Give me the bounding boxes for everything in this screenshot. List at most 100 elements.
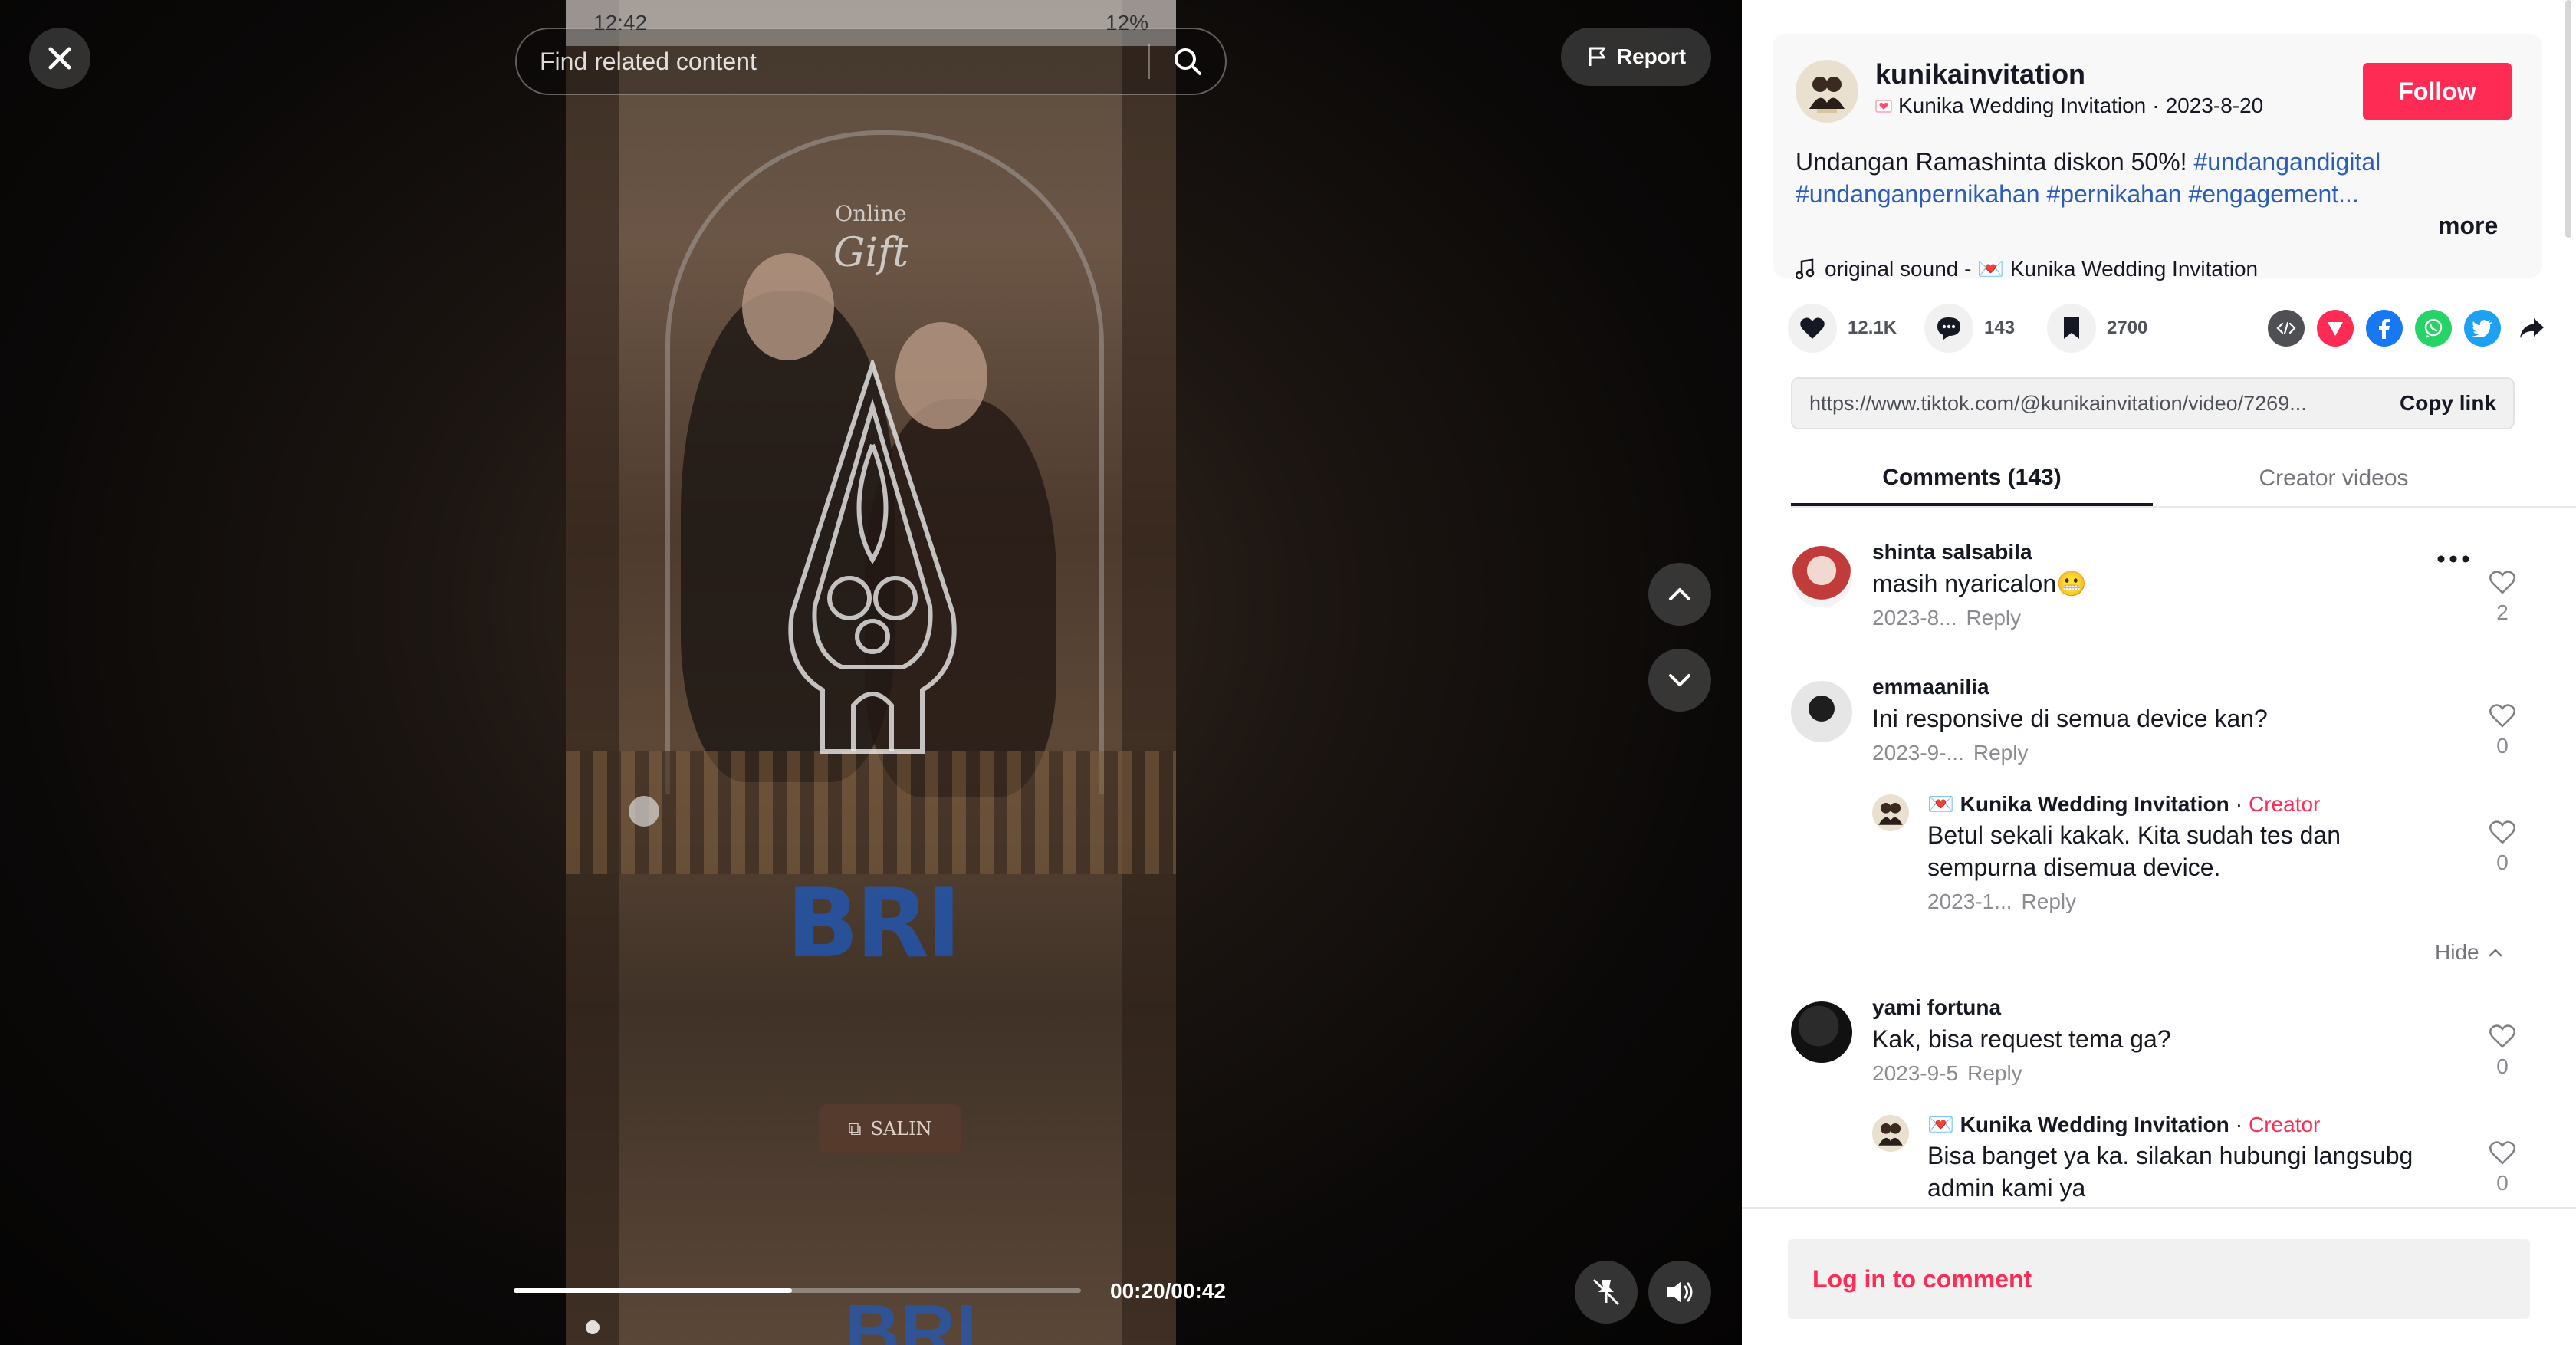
comment-date: 2023-1... [1927,890,2013,913]
search-button[interactable] [1150,28,1225,95]
comment-footer: Log in to comment [1742,1207,2576,1345]
comment-text: Bisa banget ya ka. silakan hubungi langs… [1927,1142,2413,1202]
follow-button[interactable]: Follow [2363,63,2512,120]
creator-avatar-image [1878,1123,1903,1146]
video-description: Undangan Ramashinta diskon 50%! #undanga… [1796,146,2409,210]
commenter-name[interactable]: 💌 Kunika Wedding Invitation · Creator [1927,1112,2320,1137]
more-link[interactable]: more [2438,212,2498,240]
close-button[interactable] [29,28,90,89]
reply-button[interactable]: Reply [2022,890,2077,913]
comment-list[interactable]: shinta salsabila masih nyaricalon😬 2023-… [1742,509,2576,1207]
share-whatsapp-button[interactable] [2415,310,2452,347]
commenter-name-text: emmaanilia [1872,675,1990,699]
volume-button[interactable] [1648,1261,1711,1324]
creator-avatar[interactable] [1872,794,1909,831]
ellipsis-icon [2437,555,2469,563]
hashtag-link[interactable]: #engagement... [2188,180,2358,208]
share-arrow-icon [2520,318,2544,338]
comment-button[interactable]: 143 [1924,304,2015,353]
sound-link[interactable]: original sound - 💌 Kunika Wedding Invita… [1796,256,2258,281]
more-share-button[interactable] [2513,310,2550,347]
hashtag-link[interactable]: #undangandigital [2193,148,2380,176]
comment-like-count: 0 [2496,850,2509,874]
heart-icon [1800,317,1825,339]
reply-button[interactable]: Reply [1973,741,2029,765]
bookmark-icon [2064,317,2079,339]
heart-outline-icon [2489,571,2515,594]
next-video-button[interactable] [1648,649,1711,712]
description-line-2: #undanganpernikahan #pernikahan #engagem… [1796,178,2409,210]
comment-like-button[interactable]: 2 [2479,569,2525,625]
comment-like-button[interactable]: 0 [2479,702,2525,758]
comment-tabs: Comments (143) Creator videos [1791,452,2576,508]
chevron-up-small-icon [2489,949,2502,957]
comment-like-button[interactable]: 0 [2479,1139,2525,1195]
commenter-name[interactable]: 💌 Kunika Wedding Invitation · Creator [1927,791,2320,817]
frame-gift-script: Gift [833,230,909,276]
send-to-friends-button[interactable] [2317,310,2354,347]
author-avatar-image [1809,77,1845,113]
reply-button[interactable]: Reply [1967,606,2022,630]
heart-outline-icon [2489,1024,2515,1048]
author-avatar[interactable] [1796,60,1858,123]
comment-count: 143 [1984,317,2016,338]
music-note-icon [1796,258,1815,279]
search-input[interactable] [517,46,1148,77]
tab-creator-videos[interactable]: Creator videos [2153,452,2515,505]
share-twitter-button[interactable] [2464,310,2501,347]
save-button[interactable]: 2700 [2047,304,2147,353]
video-frame[interactable]: Online Gift BRI ⧉ SALIN BRI 12:42 12% [566,0,1176,1345]
progress-bar[interactable] [514,1288,1081,1293]
description-line-1: Undangan Ramashinta diskon 50%! #undanga… [1796,146,2409,178]
search-box[interactable] [515,28,1227,95]
video-link-text[interactable]: https://www.tiktok.com/@kunikainvitation… [1792,392,2383,416]
commenter-avatar[interactable] [1791,546,1852,607]
commenter-avatar[interactable] [1791,681,1852,742]
previous-video-button[interactable] [1648,563,1711,626]
hashtag-link[interactable]: #undanganpernikahan [1796,180,2040,208]
hide-replies-button[interactable]: Hide [2435,940,2504,965]
author-separator: · [2152,94,2160,117]
like-button[interactable]: 12.1K [1788,304,1897,353]
share-facebook-button[interactable] [2366,310,2403,347]
reply-item: 💌 Kunika Wedding Invitation · Creator Be… [1872,791,2527,922]
author-display-name: Kunika Wedding Invitation [1898,94,2147,117]
creator-badge: Creator [2249,1112,2321,1136]
reply-button[interactable]: Reply [1967,1061,2022,1085]
frame-copy-label: SALIN [870,1118,932,1139]
commenter-name-text: yami fortuna [1872,995,2002,1019]
creator-avatar[interactable] [1872,1115,1909,1152]
comment-text: Betul sekali kakak. Kita sudah tes dan s… [1927,821,2341,881]
like-count: 12.1K [1848,317,1898,338]
comment-like-button[interactable]: 0 [2479,1023,2525,1079]
embed-icon [2276,321,2296,335]
floating-player-button[interactable] [1575,1261,1638,1324]
commenter-name[interactable]: emmaanilia [1872,675,1990,699]
actions-row: 12.1K 143 2700 [1788,304,2547,353]
heart-outline-icon [2489,1141,2515,1165]
creator-badge: Creator [2249,791,2321,816]
login-to-comment-button[interactable]: Log in to comment [1788,1239,2530,1319]
hashtag-link[interactable]: #pernikahan [2046,180,2181,208]
frame-gift-online: Online [835,201,907,226]
scrollbar[interactable] [2565,0,2571,238]
progress-knob[interactable] [586,1320,600,1334]
comment-like-button[interactable]: 0 [2479,819,2525,875]
copy-link-button[interactable]: Copy link [2383,391,2513,416]
embed-button[interactable] [2268,310,2305,347]
comment-like-count: 0 [2496,1054,2509,1078]
report-button[interactable]: Report [1561,28,1711,86]
comment-item: yami fortuna Kak, bisa request tema ga? … [1791,995,2527,1103]
creator-separator: · [2235,791,2243,816]
comment-more-options[interactable] [2436,554,2470,567]
tab-comments[interactable]: Comments (143) [1791,452,2153,506]
commenter-name[interactable]: shinta salsabila [1872,540,2032,564]
commenter-avatar[interactable] [1791,1001,1852,1063]
frame-touch-dot [629,796,659,827]
hide-replies-label: Hide [2435,940,2479,964]
love-letter-icon [1875,100,1892,113]
author-username[interactable]: kunikainvitation [1875,58,2085,90]
commenter-name[interactable]: yami fortuna [1872,995,2001,1020]
video-player[interactable]: Online Gift BRI ⧉ SALIN BRI 12:42 12% Fi… [0,0,1742,1345]
side-panel: kunikainvitation Kunika Wedding Invitati… [1742,0,2576,1345]
